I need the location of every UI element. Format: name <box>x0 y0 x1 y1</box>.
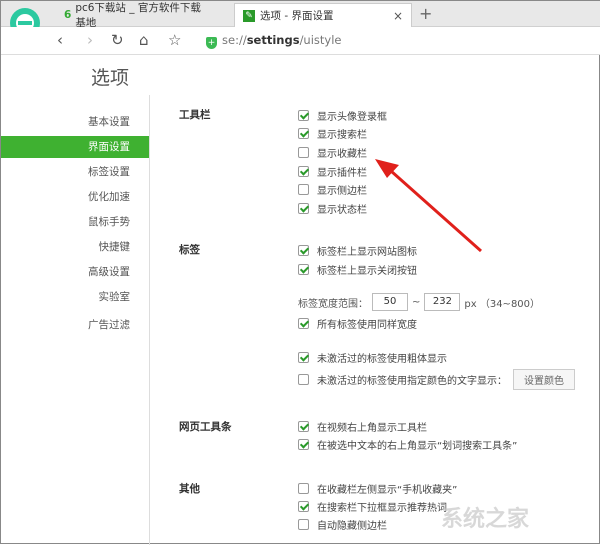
checkbox-label: 未激活过的标签使用指定颜色的文字显示： <box>317 372 507 387</box>
checkbox[interactable] <box>298 501 309 512</box>
checkbox-label: 显示收藏栏 <box>317 145 367 160</box>
checkbox-row[interactable]: 显示收藏栏 <box>298 144 367 160</box>
range-sep: ~ <box>412 297 420 308</box>
url-bold: settings <box>247 33 300 47</box>
checkbox-row[interactable]: 标签栏上显示网站图标 <box>298 242 417 258</box>
wrench-icon: ✎ <box>243 10 255 22</box>
checkbox-label: 未激活过的标签使用粗体显示 <box>317 350 447 365</box>
checkbox-row[interactable]: 显示状态栏 <box>298 200 367 216</box>
checkbox[interactable] <box>298 203 309 214</box>
url-suffix: /uistyle <box>300 33 342 47</box>
sidebar-item[interactable]: 鼠标手势 <box>1 211 149 233</box>
checkbox-label: 在收藏栏左侧显示“手机收藏夹” <box>317 481 457 496</box>
checkbox[interactable] <box>298 264 309 275</box>
tab-bar: 6 pc6下载站 _ 官方软件下载基地_ ✎ 选项 - 界面设置 × + <box>1 1 600 27</box>
sidebar-item[interactable]: 标签设置 <box>1 161 149 183</box>
checkbox-row[interactable]: 显示搜索栏 <box>298 125 367 141</box>
sidebar-item[interactable]: 实验室 <box>1 286 149 308</box>
checkbox-label: 在视频右上角显示工具栏 <box>317 419 427 434</box>
watermark: 系统之家 <box>441 501 529 533</box>
checkbox[interactable] <box>298 147 309 158</box>
tab-width-range: 标签宽度范围： 50 ~232 px （34~800） <box>298 293 540 311</box>
close-tab-icon[interactable]: × <box>393 9 403 23</box>
divider <box>149 95 150 545</box>
section-label: 标签 <box>179 242 200 257</box>
checkbox-row[interactable]: 在视频右上角显示工具栏 <box>298 418 427 434</box>
address-bar: ‹ › ↻ ⌂ ☆ + se://settings/uistyle <box>1 27 600 55</box>
checkbox[interactable] <box>298 110 309 121</box>
min-width-input[interactable]: 50 <box>372 293 408 311</box>
reload-icon[interactable]: ↻ <box>111 31 124 49</box>
checkbox-label: 在被选中文本的右上角显示“划词搜索工具条” <box>317 437 517 452</box>
checkbox-label: 显示插件栏 <box>317 164 367 179</box>
checkbox-label: 标签栏上显示网站图标 <box>317 243 417 258</box>
sidebar-item[interactable]: 优化加速 <box>1 186 149 208</box>
url-input[interactable]: + se://settings/uistyle <box>206 33 342 49</box>
max-width-input[interactable]: 232 <box>424 293 460 311</box>
sidebar-item[interactable]: 基本设置 <box>1 111 149 133</box>
checkbox-row[interactable]: 未激活过的标签使用指定颜色的文字显示： 设置颜色 <box>298 371 575 387</box>
range-unit: px （34~800） <box>464 295 540 310</box>
checkbox[interactable] <box>298 184 309 195</box>
checkbox-label: 所有标签使用同样宽度 <box>317 316 417 331</box>
tab-settings[interactable]: ✎ 选项 - 界面设置 × <box>234 3 412 27</box>
section-label: 工具栏 <box>179 107 211 122</box>
new-tab-button[interactable]: + <box>419 4 432 23</box>
url-prefix: se:// <box>222 33 247 47</box>
checkbox[interactable] <box>298 519 309 530</box>
tab-label: pc6下载站 _ 官方软件下载基地_ <box>75 0 206 30</box>
sidebar-item[interactable]: 快捷键 <box>1 236 149 258</box>
section-label: 其他 <box>179 481 200 496</box>
sidebar-item[interactable]: 广告过滤 <box>1 314 149 336</box>
forward-icon[interactable]: › <box>87 31 93 49</box>
checkbox-label: 在搜索栏下拉框显示推荐热词 <box>317 499 447 514</box>
checkbox-row[interactable]: 在被选中文本的右上角显示“划词搜索工具条” <box>298 436 517 452</box>
home-icon[interactable]: ⌂ <box>139 31 149 49</box>
tab-label: 选项 - 界面设置 <box>260 8 333 23</box>
checkbox-label: 显示状态栏 <box>317 201 367 216</box>
checkbox[interactable] <box>298 166 309 177</box>
star-icon[interactable]: ☆ <box>168 31 181 49</box>
checkbox-row[interactable]: 自动隐藏侧边栏 <box>298 516 387 532</box>
checkbox[interactable] <box>298 245 309 256</box>
checkbox-row[interactable]: 未激活过的标签使用粗体显示 <box>298 349 447 365</box>
checkbox-row[interactable]: 标签栏上显示关闭按钮 <box>298 261 417 277</box>
checkbox-label: 标签栏上显示关闭按钮 <box>317 262 417 277</box>
range-label: 标签宽度范围： <box>298 295 368 310</box>
checkbox[interactable] <box>298 421 309 432</box>
checkbox-row[interactable]: 显示插件栏 <box>298 163 367 179</box>
page-title: 选项 <box>91 63 129 90</box>
checkbox[interactable] <box>298 352 309 363</box>
checkbox-label: 显示头像登录框 <box>317 108 387 123</box>
set-color-button[interactable]: 设置颜色 <box>513 369 575 390</box>
checkbox[interactable] <box>298 374 309 385</box>
shield-icon: + <box>206 37 217 49</box>
checkbox-label: 显示搜索栏 <box>317 126 367 141</box>
checkbox[interactable] <box>298 318 309 329</box>
checkbox-row[interactable]: 显示头像登录框 <box>298 107 387 123</box>
checkbox-row[interactable]: 在收藏栏左侧显示“手机收藏夹” <box>298 480 457 496</box>
section-label: 网页工具条 <box>179 419 232 434</box>
back-icon[interactable]: ‹ <box>57 31 63 49</box>
checkbox-row[interactable]: 所有标签使用同样宽度 <box>298 315 417 331</box>
checkbox-row[interactable]: 显示侧边栏 <box>298 181 367 197</box>
pc6-icon: 6 <box>64 9 71 21</box>
checkbox-label: 自动隐藏侧边栏 <box>317 517 387 532</box>
checkbox[interactable] <box>298 483 309 494</box>
sidebar-item[interactable]: 高级设置 <box>1 261 149 283</box>
checkbox-label: 显示侧边栏 <box>317 182 367 197</box>
checkbox[interactable] <box>298 128 309 139</box>
checkbox-row[interactable]: 在搜索栏下拉框显示推荐热词 <box>298 498 447 514</box>
tab-pc6[interactable]: 6 pc6下载站 _ 官方软件下载基地_ <box>56 3 206 27</box>
sidebar-item[interactable]: 界面设置 <box>1 136 149 158</box>
checkbox[interactable] <box>298 439 309 450</box>
